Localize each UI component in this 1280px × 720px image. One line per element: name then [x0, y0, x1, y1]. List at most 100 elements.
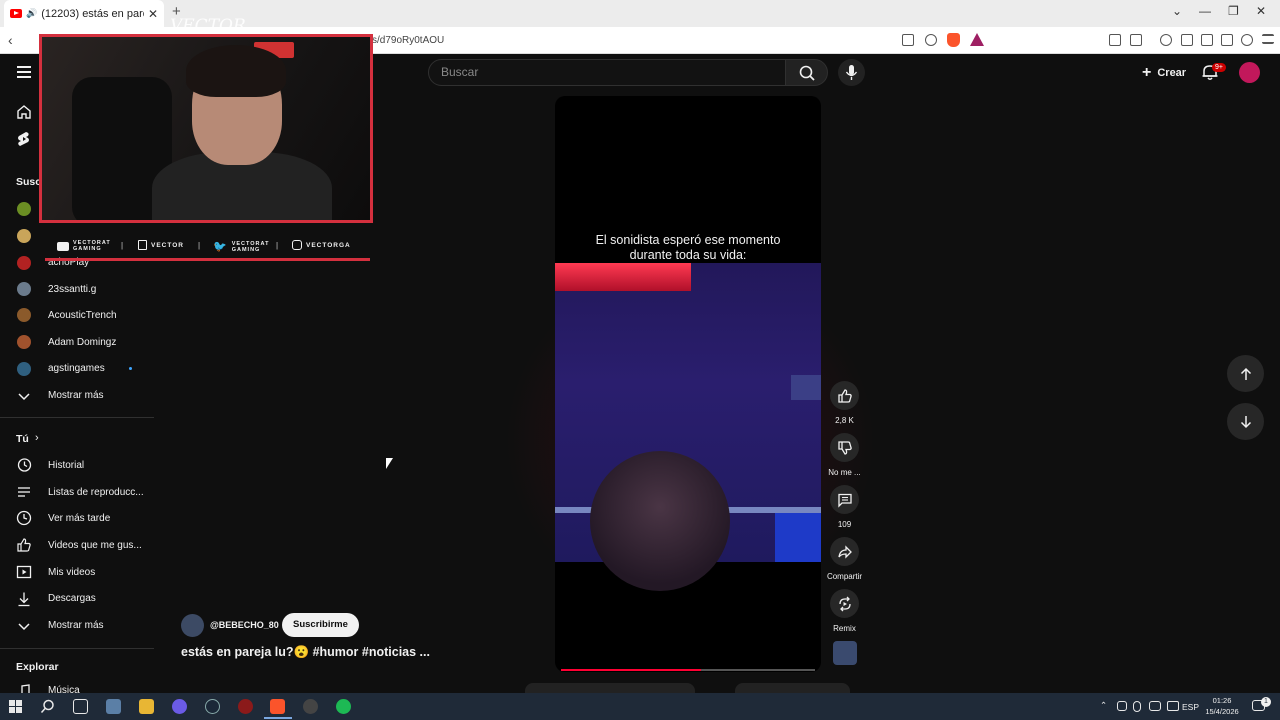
subscriptions-heading[interactable]: Susc — [16, 176, 41, 188]
like-icon[interactable] — [16, 537, 32, 553]
previous-short-button[interactable] — [1227, 355, 1264, 392]
sidebar-item-liked-videos[interactable]: Videos que me gus... — [48, 540, 142, 551]
brave-browser-icon[interactable] — [270, 699, 285, 714]
brave-shields-icon[interactable] — [947, 33, 960, 47]
next-short-button[interactable] — [1227, 403, 1264, 440]
wallet-icon[interactable] — [1201, 34, 1213, 46]
sidebar-item-my-videos[interactable]: Mis videos — [48, 567, 95, 578]
video-progress-bar[interactable] — [561, 669, 815, 671]
like-button[interactable] — [830, 381, 859, 410]
sidebar-divider — [0, 648, 154, 649]
sidebar-toggle-icon[interactable] — [1181, 34, 1193, 46]
speaker-icon: 🔊 — [26, 8, 38, 18]
history-icon[interactable] — [16, 457, 32, 473]
spotify-icon[interactable] — [336, 699, 351, 714]
subscription-name[interactable]: agstingames — [48, 363, 105, 374]
tray-chevron-up-icon[interactable]: ⌃ — [1100, 700, 1107, 711]
tray-app-icon[interactable] — [1117, 701, 1127, 711]
subscription-name[interactable]: AcousticTrench — [48, 310, 117, 321]
search-icon[interactable] — [40, 699, 55, 714]
video-title[interactable]: estás en pareja lu?😮 #humor #noticias ..… — [181, 645, 430, 660]
video-icon[interactable] — [16, 564, 32, 580]
windows-start-icon[interactable] — [9, 700, 22, 713]
social-twitch: VECTOR — [138, 240, 184, 250]
download-icon[interactable] — [16, 591, 32, 607]
social-youtube: VECTORAT GAMING — [57, 240, 111, 252]
microphone-icon[interactable] — [1133, 701, 1141, 712]
account-avatar[interactable] — [1239, 62, 1260, 83]
brave-rewards-icon[interactable] — [970, 33, 984, 46]
home-icon[interactable] — [16, 104, 32, 120]
share-icon[interactable] — [925, 34, 937, 46]
tab-close-icon[interactable]: ✕ — [148, 7, 158, 21]
arrow-down-icon — [1240, 415, 1251, 428]
shorts-video-player[interactable]: El sonidista esperó ese momento durante … — [555, 96, 821, 672]
remix-button[interactable] — [830, 589, 859, 618]
clock-icon[interactable] — [16, 510, 32, 526]
subscribe-button[interactable]: Suscribirme — [282, 613, 359, 637]
comments-button[interactable] — [830, 485, 859, 514]
vpn-icon[interactable] — [1241, 34, 1253, 46]
url-field[interactable]: s/d79oRy0tAOU — [372, 35, 444, 46]
show-more-subscriptions[interactable]: Mostrar más — [48, 390, 104, 401]
subscription-avatar[interactable] — [17, 335, 31, 349]
cast-icon[interactable] — [902, 34, 914, 46]
discord-icon[interactable] — [172, 699, 187, 714]
subscription-avatar[interactable] — [17, 362, 31, 376]
subscription-name[interactable]: 23ssantti.g — [48, 284, 96, 295]
sound-thumbnail[interactable] — [833, 641, 857, 665]
arrow-up-icon — [1240, 367, 1251, 380]
app-red-icon[interactable] — [238, 699, 253, 714]
search-input[interactable]: Buscar — [428, 59, 786, 86]
close-window-button[interactable]: ✕ — [1256, 4, 1266, 18]
sidebar-item-watch-later[interactable]: Ver más tarde — [48, 513, 110, 524]
tab-search-icon[interactable]: ⌄ — [1172, 4, 1182, 18]
input-language[interactable]: ESP — [1182, 702, 1199, 712]
taskbar-clock[interactable]: 01:26 15/4/2026 — [1202, 696, 1242, 716]
chevron-down-icon[interactable] — [16, 618, 32, 634]
volume-icon[interactable] — [1167, 701, 1179, 711]
channel-avatar[interactable] — [181, 614, 204, 637]
search-button[interactable] — [785, 59, 828, 86]
hamburger-menu-icon[interactable] — [17, 66, 31, 78]
subscription-avatar[interactable] — [17, 229, 31, 243]
playlist-icon[interactable] — [16, 484, 32, 500]
app-taskbar-icon[interactable] — [106, 699, 121, 714]
chevron-right-icon[interactable]: › — [35, 432, 39, 444]
shorts-icon[interactable] — [16, 131, 32, 147]
media-icon[interactable] — [1160, 34, 1172, 46]
subscription-avatar[interactable] — [17, 282, 31, 296]
share-button[interactable] — [830, 537, 859, 566]
network-icon[interactable] — [1149, 701, 1161, 711]
leo-ai-icon[interactable] — [1221, 34, 1233, 46]
extensions-icon[interactable] — [1109, 34, 1121, 46]
menu-icon[interactable] — [1262, 34, 1274, 44]
dislike-button[interactable] — [830, 433, 859, 462]
subscription-avatar[interactable] — [17, 308, 31, 322]
channel-handle[interactable]: @BEBECHO_80 — [210, 620, 279, 630]
file-explorer-icon[interactable] — [139, 699, 154, 714]
sidebar-item-history[interactable]: Historial — [48, 460, 84, 471]
obs-studio-icon[interactable] — [303, 699, 318, 714]
subscription-avatar[interactable] — [17, 256, 31, 270]
minimize-button[interactable]: — — [1199, 4, 1211, 18]
steam-icon[interactable] — [205, 699, 220, 714]
sidebar-item-downloads[interactable]: Descargas — [48, 593, 96, 604]
sidebar-item-playlists[interactable]: Listas de reproducc... — [48, 487, 144, 498]
task-view-icon[interactable] — [73, 699, 88, 714]
browser-tab-active[interactable]: 🔊 (12203) estás en pareja lu?😮 ✕ — [4, 0, 164, 27]
overlay-red-line — [45, 258, 370, 261]
subscription-avatar[interactable] — [17, 202, 31, 216]
you-heading[interactable]: Tú — [16, 433, 29, 445]
subscription-name[interactable]: Adam Domingz — [48, 337, 116, 348]
youtube-favicon-icon — [10, 9, 22, 18]
chevron-down-icon[interactable] — [16, 388, 32, 404]
create-button[interactable]: + Crear — [1132, 60, 1196, 85]
back-arrow-icon[interactable]: ‹ — [8, 32, 13, 48]
video-clip-frame — [555, 263, 821, 591]
show-more-you[interactable]: Mostrar más — [48, 620, 104, 631]
streamer-hair — [186, 45, 286, 97]
maximize-button[interactable]: ❐ — [1228, 4, 1239, 18]
tab-manager-icon[interactable] — [1130, 34, 1142, 46]
voice-search-button[interactable] — [838, 59, 865, 86]
